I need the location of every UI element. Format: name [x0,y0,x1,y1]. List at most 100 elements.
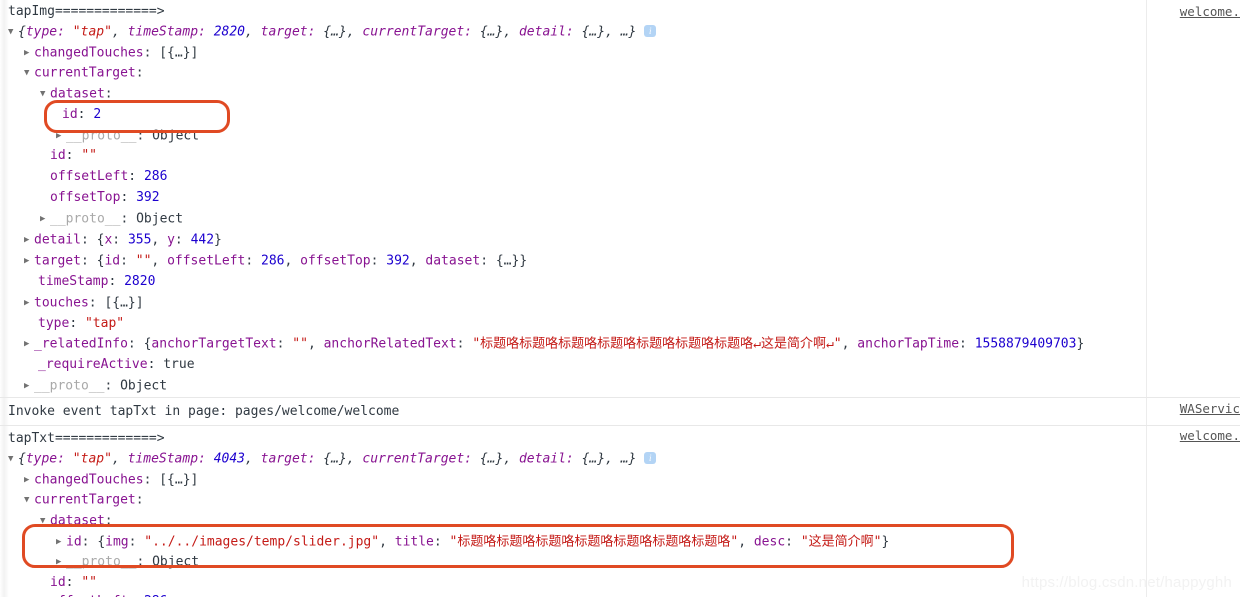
console-token: 286 [261,253,285,269]
console-line[interactable]: ▶ detail: {x: 355, y: 442} [0,230,222,250]
console-token: : [174,232,191,248]
watermark: https://blog.csdn.net/happyghh [1021,574,1232,591]
console-line[interactable]: ▶ changedTouches: [{…}] [0,470,198,490]
console-line[interactable]: ▼ dataset: [0,511,113,531]
console-token: true [163,357,195,372]
console-line[interactable]: ▶ touches: [{…}] [0,293,144,313]
console-line[interactable]: ▶ _relatedInfo: {anchorTargetText: "", an… [0,334,1084,354]
console-line[interactable]: ▶ id: {img: "../../images/temp/slider.jpg… [0,532,889,552]
console-token: {…} [581,24,606,40]
console-token: desc [753,534,786,550]
console-line[interactable]: id: "" [0,573,97,593]
console-token: Invoke event tapTxt in page: pages/welco… [8,404,400,419]
console-line[interactable]: ▶ __proto__: Object [0,376,167,396]
console-token: detail [34,232,81,248]
console-line[interactable]: ▼ currentTarget: [0,63,144,83]
info-icon[interactable]: i [644,452,657,464]
console-line[interactable]: ▼ {type: "tap", timeStamp: 2820, target: … [0,22,657,42]
console-token: : [104,86,113,102]
disclosure-collapsed-icon[interactable]: ▶ [24,43,34,63]
console-token: {…} [323,451,347,467]
console-token: currentTarget [34,65,136,81]
disclosure-expanded-icon[interactable]: ▼ [8,449,18,469]
console-token: , [307,336,324,352]
console-line[interactable]: ▼ currentTarget: [0,490,144,510]
source-link[interactable]: WAServic [1180,399,1240,419]
disclosure-collapsed-icon[interactable]: ▶ [24,470,34,490]
disclosure-expanded-icon[interactable]: ▼ [8,22,18,42]
console-token: {…} [479,24,504,40]
console-token: target: [260,451,324,467]
console-token: , [346,24,363,40]
console-token: "" [81,575,97,590]
console-token: , [379,534,395,550]
console-token: : [80,232,97,248]
disclosure-collapsed-icon[interactable]: ▶ [24,293,34,313]
console-token: type: [25,24,73,40]
console-token: : [120,190,137,205]
console-token: "标题咯标题咯标题咯标题咯标题咯标题咯标题咯" [449,534,739,550]
disclosure-collapsed-icon[interactable]: ▶ [40,209,50,229]
disclosure-collapsed-icon[interactable]: ▶ [24,230,34,250]
console-token: __proto__ [66,128,137,144]
console-token: detail: [518,24,582,40]
console-token: tapTxt=============> [8,431,165,446]
console-token: : [80,253,97,269]
console-line[interactable]: ▼ {type: "tap", timeStamp: 4043, target: … [0,449,657,469]
console-token: offsetLeft [50,169,129,184]
disclosure-collapsed-icon[interactable]: ▶ [24,334,34,354]
source-link[interactable]: welcome. [1180,2,1240,22]
console-line[interactable]: tapTxt=============> [0,429,165,449]
console-token: 442 [190,232,215,248]
console-line[interactable]: id: "" [0,146,97,166]
console-line[interactable]: _requireActive: true [0,355,195,375]
console-line[interactable]: timeStamp: 2820 [0,272,155,292]
console-token: } [881,534,890,550]
console-token: __proto__ [34,378,105,394]
console-line[interactable]: tapImg=============> [0,2,165,22]
info-icon[interactable]: i [644,25,657,37]
disclosure-collapsed-icon[interactable]: ▶ [56,552,66,572]
disclosure-collapsed-icon[interactable]: ▶ [56,126,66,146]
console-line[interactable]: ▶ __proto__: Object [0,126,199,146]
console-token: , [111,24,128,40]
disclosure-expanded-icon[interactable]: ▼ [40,84,50,104]
console-token: : [69,316,85,331]
disclosure-collapsed-icon[interactable]: ▶ [24,376,34,396]
console-line[interactable]: type: "tap" [0,314,124,334]
source-link-rail-divider [1146,0,1147,597]
console-token: id [66,534,82,550]
console-panel[interactable]: tapImg=============> ▼ {type: "tap", timeS… [0,0,1240,597]
console-separator [0,397,1240,398]
console-token: , …} [605,451,637,467]
disclosure-expanded-icon[interactable]: ▼ [24,490,34,510]
console-line[interactable]: Invoke event tapTxt in page: pages/welco… [0,402,399,422]
disclosure-expanded-icon[interactable]: ▼ [24,63,34,83]
console-token: [{…}] [159,472,199,488]
console-token: , [346,451,363,467]
console-line[interactable]: ▶ __proto__: Object [0,209,183,229]
console-token: : [370,253,387,269]
console-token: 286 [143,169,168,184]
console-token: type [38,316,70,331]
console-line[interactable]: offsetLeft: 286 [0,592,167,597]
console-line[interactable]: ▶ target: {id: "", offsetLeft: 286, offse… [0,251,527,271]
console-token: y [167,232,175,248]
console-line[interactable]: ▼ dataset: [0,84,113,104]
source-link[interactable]: welcome. [1180,426,1240,446]
console-token: offsetLeft [167,253,246,269]
console-line[interactable]: ▶ changedTouches: [{…}] [0,43,198,63]
disclosure-collapsed-icon[interactable]: ▶ [56,532,66,552]
console-token: dataset [425,253,481,269]
console-token: : [433,534,450,550]
disclosure-expanded-icon[interactable]: ▼ [40,511,50,531]
console-line[interactable]: offsetLeft: 286 [0,167,167,187]
console-token: dataset [50,86,105,102]
console-line[interactable]: ▶ __proto__: Object [0,552,199,572]
console-token: , [111,451,128,467]
console-token: type: [25,451,73,467]
disclosure-collapsed-icon[interactable]: ▶ [24,251,34,271]
console-line[interactable]: id: 2 [0,105,101,125]
console-token: : [785,534,801,550]
console-line[interactable]: offsetTop: 392 [0,188,160,208]
